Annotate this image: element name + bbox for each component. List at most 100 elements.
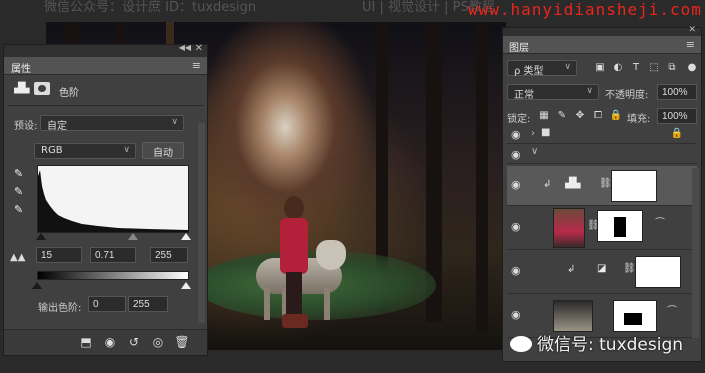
smart-object-filter-icon[interactable]: ⧉ (665, 62, 679, 74)
clip-to-layer-icon[interactable]: ⬒ (78, 335, 94, 351)
adjustment-label: 色阶 (59, 88, 79, 99)
close-icon[interactable]: ✕ (195, 43, 203, 54)
panel-titlebar[interactable]: ✕ (503, 25, 701, 36)
lock-position-icon[interactable]: ✥ (573, 110, 587, 122)
chevron-down-icon: ∨ (586, 86, 593, 96)
panel-menu-icon[interactable]: ≡ (192, 59, 201, 72)
output-black-field[interactable] (88, 296, 126, 312)
input-gamma-field[interactable] (90, 247, 136, 263)
lock-all-icon[interactable]: 🔒 (609, 110, 623, 122)
opacity-field[interactable] (657, 84, 697, 100)
tab-layers[interactable]: 图层 (509, 39, 529, 54)
eye-icon[interactable]: ◉ (511, 220, 521, 233)
blend-row: 正常 ∨ 不透明度: (507, 84, 699, 102)
chevron-down-icon: ∨ (123, 145, 130, 155)
layer-thumbnail[interactable] (553, 208, 585, 248)
type-filter-icon[interactable]: T (629, 62, 643, 74)
chevron-down-icon: ∨ (171, 117, 178, 127)
gamma-input-slider[interactable] (128, 233, 138, 240)
layer-mask-thumbnail[interactable] (611, 170, 657, 202)
close-icon[interactable]: ✕ (688, 25, 696, 35)
gray-eyedropper-icon[interactable]: ✎ (14, 185, 27, 199)
adjustment-type-row: ▟▙ 色阶 (12, 81, 202, 101)
levels-icon: ▟▙ (565, 178, 581, 189)
filter-type-select[interactable]: ρ 类型 ∨ (507, 60, 577, 77)
lock-artboard-icon[interactable]: ⧠ (591, 110, 605, 122)
chevron-down-icon[interactable]: ∨ (531, 146, 538, 157)
view-previous-icon[interactable]: ◉ (102, 335, 118, 351)
eye-icon[interactable]: ◉ (511, 128, 521, 141)
black-eyedropper-icon[interactable]: ✎ (14, 167, 27, 181)
layer-group-row[interactable]: ◉ › ■ 🔒 (507, 126, 697, 144)
chevron-right-icon[interactable]: › (531, 128, 535, 139)
layer-row-girl[interactable]: ◉ ⛓ ⏜ (507, 206, 697, 250)
layers-scrollbar[interactable] (692, 168, 699, 338)
watermark-bottom-text: 微信号: tuxdesign (537, 335, 684, 355)
link-icon: ⛓ (599, 178, 612, 189)
layer-mask-thumbnail[interactable] (613, 300, 657, 332)
girl-figure (278, 196, 310, 336)
smart-filter-icon: ⏜ (667, 306, 677, 317)
layers-header: 图层 ≡ (503, 36, 701, 54)
adjustment-filter-icon[interactable]: ◐ (611, 62, 625, 74)
delete-icon[interactable]: 🗑 (174, 335, 190, 351)
histogram-graph (38, 170, 188, 232)
fill-field[interactable] (657, 108, 697, 124)
output-gradient (37, 271, 189, 280)
layer-row-levels[interactable]: ◉ ↲ ▟▙ ⛓ (507, 166, 697, 206)
black-output-slider[interactable] (32, 282, 42, 289)
curves-icon: ◪ (597, 263, 607, 274)
layer-row-curves[interactable]: ◉ ↲ ◪ ⛓ (507, 250, 697, 294)
filter-type-value: ρ 类型 (514, 66, 544, 77)
mask-icon[interactable] (34, 82, 50, 95)
preset-value: 自定 (47, 121, 67, 132)
white-output-slider[interactable] (181, 282, 191, 289)
input-black-field[interactable] (36, 247, 82, 263)
levels-icon[interactable]: ▟▙ (14, 83, 29, 95)
auto-button[interactable]: 自动 (142, 142, 184, 159)
channel-select[interactable]: RGB ∨ (34, 143, 136, 159)
panel-menu-icon[interactable]: ≡ (686, 38, 695, 51)
layer-group-row[interactable]: ◉ ∨ (507, 146, 697, 164)
properties-bottom-bar: ⬒ ◉ ↺ ◎ 🗑 (4, 329, 207, 355)
shape-filter-icon[interactable]: ⬚ (647, 62, 661, 74)
white-input-slider[interactable] (181, 233, 191, 240)
lock-transparent-icon[interactable]: ▦ (537, 110, 551, 122)
filter-toggle-icon[interactable]: ● (685, 62, 699, 74)
preset-select[interactable]: 自定 ∨ (40, 115, 184, 132)
panel-titlebar[interactable]: ◀◀ ✕ (4, 43, 207, 57)
eye-icon[interactable]: ◉ (511, 178, 521, 191)
white-eyedropper-icon[interactable]: ✎ (14, 203, 27, 217)
levels-histogram (37, 165, 189, 233)
lock-icon: 🔒 (670, 128, 683, 139)
output-white-field[interactable] (128, 296, 168, 312)
collapse-icon[interactable]: ◀◀ (179, 43, 191, 52)
pixel-filter-icon[interactable]: ▣ (593, 62, 607, 74)
input-white-field[interactable] (150, 247, 188, 263)
fill-label: 填充: (627, 114, 651, 125)
chevron-down-icon: ∨ (564, 62, 571, 72)
layer-thumbnail[interactable] (553, 300, 593, 332)
layer-filter-row: ρ 类型 ∨ ▣ ◐ T ⬚ ⧉ ● (507, 60, 699, 78)
bottom-watermark: 微信号: tuxdesign (510, 330, 683, 355)
preset-label: 预设: (14, 121, 38, 132)
black-input-slider[interactable] (36, 233, 46, 240)
tab-properties[interactable]: 属性 (11, 60, 31, 75)
link-icon: ⛓ (623, 263, 636, 274)
blend-mode-select[interactable]: 正常 ∨ (507, 84, 599, 101)
eye-icon[interactable]: ◉ (511, 264, 521, 277)
top-watermark: 微信公众号：设计庶 ID：tuxdesign UI | 视觉设计 | PS教程 … (0, 0, 705, 19)
output-levels-label: 输出色阶: (38, 303, 82, 314)
properties-panel: ◀◀ ✕ 属性 ≡ ▟▙ 色阶 预设: 自定 ∨ RGB ∨ 自动 ✎ ✎ ✎ ▲▲… (3, 43, 208, 356)
layer-mask-thumbnail[interactable] (635, 256, 681, 288)
eye-icon[interactable]: ◉ (511, 308, 521, 321)
lock-image-icon[interactable]: ✎ (555, 110, 569, 122)
eye-icon[interactable]: ◉ (511, 148, 521, 161)
properties-scrollbar[interactable] (198, 123, 205, 323)
divider (8, 105, 204, 106)
visibility-icon[interactable]: ◎ (150, 335, 166, 351)
reset-icon[interactable]: ↺ (126, 335, 142, 351)
channel-value: RGB (41, 145, 63, 156)
levels-warning-icon: ▲▲ (10, 252, 26, 263)
layer-mask-thumbnail[interactable] (597, 210, 643, 242)
